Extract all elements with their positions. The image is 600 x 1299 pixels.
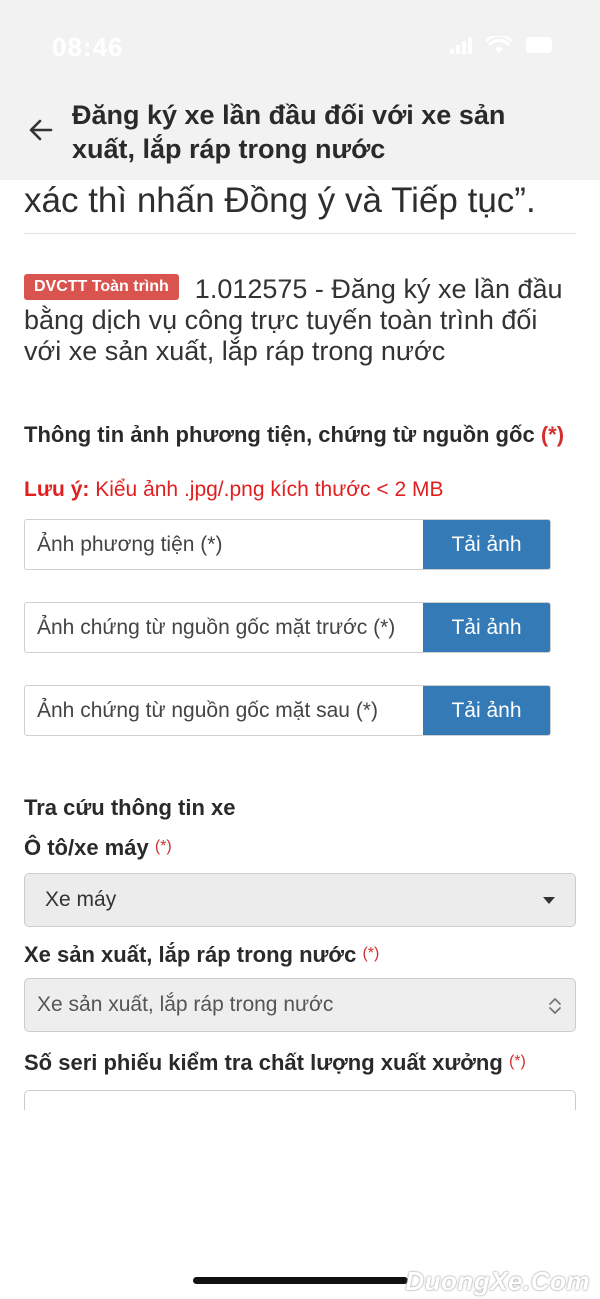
vehicle-type-label: Ô tô/xe máy (*) — [24, 835, 576, 861]
signal-icon — [450, 36, 472, 54]
upload-field-label[interactable]: Ảnh chứng từ nguồn gốc mặt trước (*) — [25, 603, 423, 652]
back-button[interactable] — [26, 115, 56, 145]
serial-label: Số seri phiếu kiểm tra chất lượng xuất x… — [24, 1046, 576, 1078]
procedure-badge: DVCTT Toàn trình — [24, 274, 179, 300]
upload-button[interactable]: Tải ảnh — [423, 686, 550, 735]
required-marker: (*) — [362, 945, 380, 962]
upload-field-label[interactable]: Ảnh chứng từ nguồn gốc mặt sau (*) — [25, 686, 423, 735]
battery-icon — [526, 37, 552, 53]
main-content: xác thì nhấn Đồng ý và Tiếp tục”. DVCTT … — [24, 180, 576, 1110]
wifi-icon — [486, 36, 512, 53]
chevron-updown-icon — [549, 998, 561, 1014]
app-header: Đăng ký xe lần đầu đối với xe sản xuất, … — [0, 95, 600, 180]
photo-section-title: Thông tin ảnh phương tiện, chứng từ nguồ… — [24, 419, 576, 450]
status-icons — [450, 36, 552, 54]
page-title: Đăng ký xe lần đầu đối với xe sản xuất, … — [72, 100, 506, 164]
home-indicator[interactable] — [193, 1277, 408, 1284]
origin-value: Xe sản xuất, lắp ráp trong nước — [37, 993, 334, 1016]
caret-down-icon — [543, 897, 555, 904]
required-marker: (*) — [540, 422, 565, 447]
procedure-info: DVCTT Toàn trình 1.012575 - Đăng ký xe lầ… — [24, 274, 576, 367]
upload-document-front: Ảnh chứng từ nguồn gốc mặt trước (*) Tải… — [24, 602, 551, 653]
required-marker: (*) — [154, 838, 172, 855]
vehicle-type-value: Xe máy — [45, 888, 117, 911]
vehicle-type-label-text: Ô tô/xe máy — [24, 835, 149, 860]
origin-label: Xe sản xuất, lắp ráp trong nước (*) — [24, 942, 576, 968]
status-bar: 08:46 — [0, 0, 600, 95]
divider — [24, 233, 576, 234]
upload-vehicle-photo: Ảnh phương tiện (*) Tải ảnh — [24, 519, 551, 570]
vehicle-type-select[interactable]: Xe máy — [24, 873, 576, 927]
upload-note: Lưu ý: Kiểu ảnh .jpg/.png kích thước < 2… — [24, 478, 576, 502]
serial-label-text: Số seri phiếu kiểm tra chất lượng xuất x… — [24, 1050, 503, 1075]
origin-label-text: Xe sản xuất, lắp ráp trong nước — [24, 942, 357, 967]
arrow-left-icon — [29, 119, 53, 141]
origin-select[interactable]: Xe sản xuất, lắp ráp trong nước — [24, 978, 576, 1032]
upload-field-label[interactable]: Ảnh phương tiện (*) — [25, 520, 423, 569]
photo-section-title-text: Thông tin ảnh phương tiện, chứng từ nguồ… — [24, 422, 535, 447]
upload-button[interactable]: Tải ảnh — [423, 520, 550, 569]
note-label: Lưu ý: — [24, 478, 90, 501]
watermark: DuongXe.Com — [405, 1266, 590, 1296]
lookup-section-title: Tra cứu thông tin xe — [24, 795, 236, 820]
status-time: 08:46 — [52, 32, 124, 62]
previous-instruction-text: xác thì nhấn Đồng ý và Tiếp tục”. — [24, 181, 536, 220]
upload-button[interactable]: Tải ảnh — [423, 603, 550, 652]
note-text: Kiểu ảnh .jpg/.png kích thước < 2 MB — [89, 478, 444, 501]
required-marker: (*) — [508, 1053, 526, 1070]
serial-input[interactable] — [24, 1090, 576, 1110]
upload-document-back: Ảnh chứng từ nguồn gốc mặt sau (*) Tải ả… — [24, 685, 551, 736]
